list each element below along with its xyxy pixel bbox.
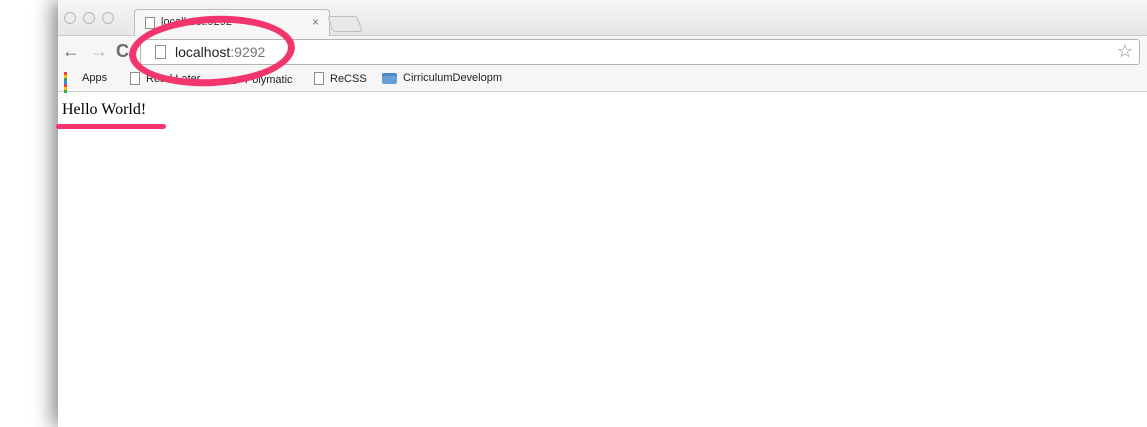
bookmark-label: Apps — [82, 72, 108, 84]
desktop-margin — [0, 0, 58, 427]
window-controls — [64, 12, 114, 24]
file-icon — [130, 72, 140, 85]
new-tab-button[interactable] — [327, 16, 363, 32]
forward-arrow-icon[interactable]: → — [90, 41, 108, 62]
apps-grid-icon — [64, 72, 76, 99]
file-icon — [314, 72, 324, 85]
bookmark-star-icon[interactable]: ☆ — [1117, 41, 1133, 62]
hello-text: Hello World! — [62, 101, 147, 118]
close-window-button[interactable] — [64, 12, 76, 24]
page-content: Hello World! — [58, 93, 1147, 427]
bookmark-label: CirriculumDevelopm — [403, 72, 503, 84]
bookmark-cirriculum[interactable]: CirriculumDevelopm — [382, 72, 502, 84]
minimize-window-button[interactable] — [83, 12, 95, 24]
bookmark-recss[interactable]: ReCSS — [314, 72, 367, 85]
bookmark-apps[interactable]: Apps — [64, 72, 108, 99]
zoom-window-button[interactable] — [102, 12, 114, 24]
folder-icon — [382, 72, 397, 84]
annotation-underline — [56, 124, 166, 129]
back-arrow-icon[interactable]: ← — [62, 41, 80, 62]
tab-close-icon[interactable]: × — [312, 15, 319, 29]
page-icon — [145, 17, 155, 29]
bookmark-label: ReCSS — [330, 72, 367, 85]
reload-icon[interactable]: C — [116, 41, 129, 62]
